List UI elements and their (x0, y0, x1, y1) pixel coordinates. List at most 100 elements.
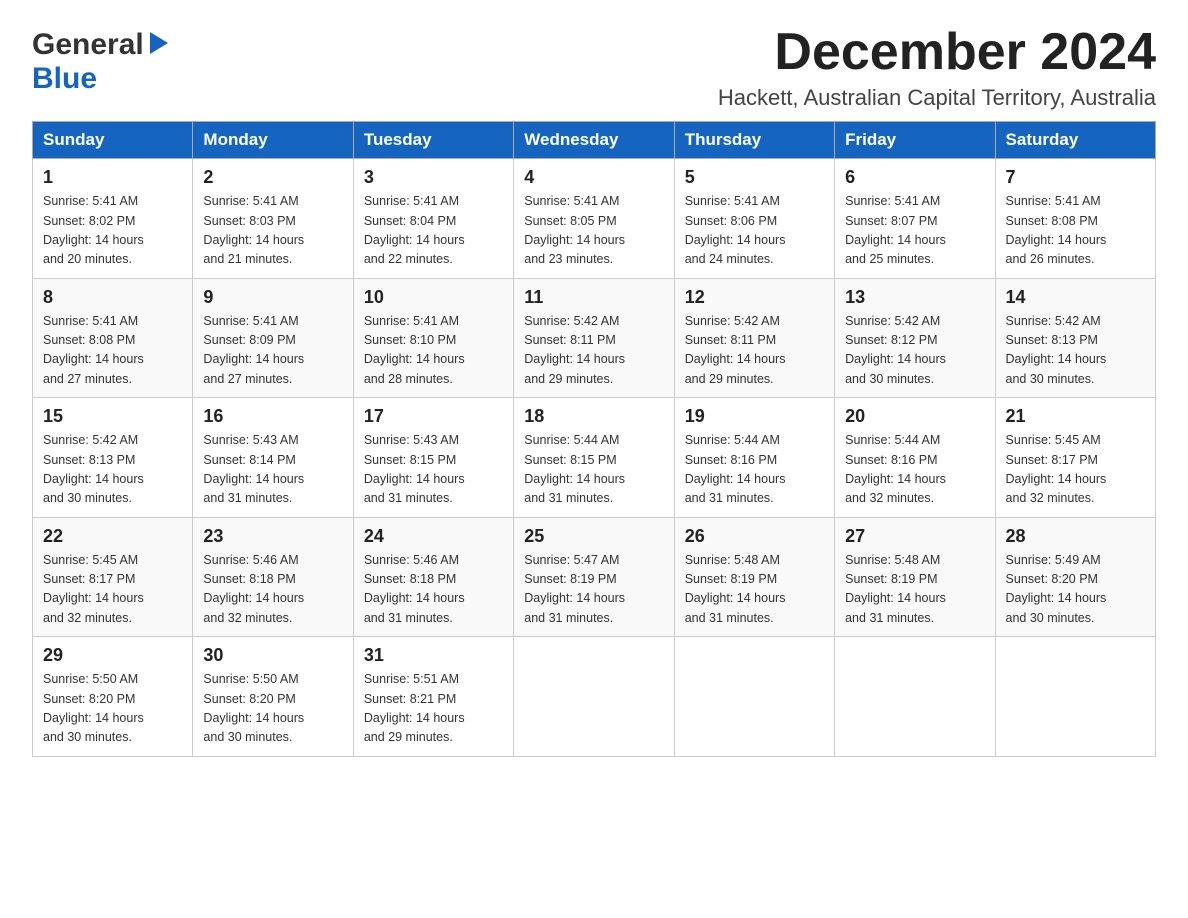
calendar-cell: 22Sunrise: 5:45 AMSunset: 8:17 PMDayligh… (33, 517, 193, 637)
calendar-cell: 1 Sunrise: 5:41 AMSunset: 8:02 PMDaylight… (33, 159, 193, 279)
calendar-cell: 21 Sunrise: 5:45 AMSunset: 8:17 PMDayligh… (995, 398, 1155, 518)
day-info: Sunrise: 5:48 AMSunset: 8:19 PMDaylight:… (685, 551, 824, 629)
calendar-cell (674, 637, 834, 757)
day-info: Sunrise: 5:41 AMSunset: 8:08 PMDaylight:… (1006, 192, 1145, 270)
day-info: Sunrise: 5:50 AMSunset: 8:20 PMDaylight:… (203, 670, 342, 748)
week-row-2: 8Sunrise: 5:41 AMSunset: 8:08 PMDaylight… (33, 278, 1156, 398)
week-row-4: 22Sunrise: 5:45 AMSunset: 8:17 PMDayligh… (33, 517, 1156, 637)
day-number: 30 (203, 645, 342, 666)
day-info: Sunrise: 5:41 AMSunset: 8:03 PMDaylight:… (203, 192, 342, 270)
day-number: 2 (203, 167, 342, 188)
day-number: 5 (685, 167, 824, 188)
day-number: 8 (43, 287, 182, 308)
logo-word2: Blue (32, 62, 97, 95)
month-title: December 2024 (718, 24, 1156, 81)
day-number: 19 (685, 406, 824, 427)
day-info: Sunrise: 5:43 AMSunset: 8:14 PMDaylight:… (203, 431, 342, 509)
calendar-cell: 13Sunrise: 5:42 AMSunset: 8:12 PMDayligh… (835, 278, 995, 398)
day-info: Sunrise: 5:50 AMSunset: 8:20 PMDaylight:… (43, 670, 182, 748)
day-info: Sunrise: 5:42 AMSunset: 8:13 PMDaylight:… (43, 431, 182, 509)
day-number: 15 (43, 406, 182, 427)
header-tuesday: Tuesday (353, 122, 513, 159)
day-info: Sunrise: 5:44 AMSunset: 8:15 PMDaylight:… (524, 431, 663, 509)
day-number: 25 (524, 526, 663, 547)
header-friday: Friday (835, 122, 995, 159)
calendar-cell: 12Sunrise: 5:42 AMSunset: 8:11 PMDayligh… (674, 278, 834, 398)
day-info: Sunrise: 5:45 AMSunset: 8:17 PMDaylight:… (1006, 431, 1145, 509)
header-saturday: Saturday (995, 122, 1155, 159)
calendar-table: SundayMondayTuesdayWednesdayThursdayFrid… (32, 121, 1156, 757)
day-number: 12 (685, 287, 824, 308)
header-thursday: Thursday (674, 122, 834, 159)
calendar-cell: 23 Sunrise: 5:46 AMSunset: 8:18 PMDayligh… (193, 517, 353, 637)
day-number: 17 (364, 406, 503, 427)
calendar-cell: 15 Sunrise: 5:42 AMSunset: 8:13 PMDayligh… (33, 398, 193, 518)
calendar-cell: 30 Sunrise: 5:50 AMSunset: 8:20 PMDayligh… (193, 637, 353, 757)
day-number: 13 (845, 287, 984, 308)
day-number: 20 (845, 406, 984, 427)
calendar-cell: 10 Sunrise: 5:41 AMSunset: 8:10 PMDayligh… (353, 278, 513, 398)
calendar-cell: 24 Sunrise: 5:46 AMSunset: 8:18 PMDayligh… (353, 517, 513, 637)
day-number: 26 (685, 526, 824, 547)
calendar-cell: 5 Sunrise: 5:41 AMSunset: 8:06 PMDaylight… (674, 159, 834, 279)
calendar-cell: 25 Sunrise: 5:47 AMSunset: 8:19 PMDayligh… (514, 517, 674, 637)
calendar-cell: 18 Sunrise: 5:44 AMSunset: 8:15 PMDayligh… (514, 398, 674, 518)
calendar-cell: 8Sunrise: 5:41 AMSunset: 8:08 PMDaylight… (33, 278, 193, 398)
day-info: Sunrise: 5:41 AMSunset: 8:05 PMDaylight:… (524, 192, 663, 270)
day-number: 29 (43, 645, 182, 666)
day-info: Sunrise: 5:48 AMSunset: 8:19 PMDaylight:… (845, 551, 984, 629)
week-row-1: 1 Sunrise: 5:41 AMSunset: 8:02 PMDaylight… (33, 159, 1156, 279)
calendar-cell: 3 Sunrise: 5:41 AMSunset: 8:04 PMDaylight… (353, 159, 513, 279)
day-number: 31 (364, 645, 503, 666)
calendar-cell: 17 Sunrise: 5:43 AMSunset: 8:15 PMDayligh… (353, 398, 513, 518)
day-info: Sunrise: 5:41 AMSunset: 8:07 PMDaylight:… (845, 192, 984, 270)
day-number: 11 (524, 287, 663, 308)
day-info: Sunrise: 5:44 AMSunset: 8:16 PMDaylight:… (685, 431, 824, 509)
day-info: Sunrise: 5:45 AMSunset: 8:17 PMDaylight:… (43, 551, 182, 629)
day-number: 21 (1006, 406, 1145, 427)
day-number: 6 (845, 167, 984, 188)
calendar-cell: 6 Sunrise: 5:41 AMSunset: 8:07 PMDaylight… (835, 159, 995, 279)
calendar-cell: 27 Sunrise: 5:48 AMSunset: 8:19 PMDayligh… (835, 517, 995, 637)
day-info: Sunrise: 5:41 AMSunset: 8:10 PMDaylight:… (364, 312, 503, 390)
day-info: Sunrise: 5:41 AMSunset: 8:06 PMDaylight:… (685, 192, 824, 270)
week-row-5: 29 Sunrise: 5:50 AMSunset: 8:20 PMDayligh… (33, 637, 1156, 757)
header-wednesday: Wednesday (514, 122, 674, 159)
day-info: Sunrise: 5:41 AMSunset: 8:04 PMDaylight:… (364, 192, 503, 270)
day-number: 28 (1006, 526, 1145, 547)
day-info: Sunrise: 5:41 AMSunset: 8:02 PMDaylight:… (43, 192, 182, 270)
header-monday: Monday (193, 122, 353, 159)
header-row: SundayMondayTuesdayWednesdayThursdayFrid… (33, 122, 1156, 159)
logo: General Blue (32, 28, 168, 96)
header-sunday: Sunday (33, 122, 193, 159)
calendar-cell: 7 Sunrise: 5:41 AMSunset: 8:08 PMDaylight… (995, 159, 1155, 279)
day-number: 1 (43, 167, 182, 188)
day-number: 7 (1006, 167, 1145, 188)
calendar-cell (514, 637, 674, 757)
day-number: 16 (203, 406, 342, 427)
day-number: 23 (203, 526, 342, 547)
logo-word1: General (32, 28, 144, 62)
day-number: 27 (845, 526, 984, 547)
day-info: Sunrise: 5:47 AMSunset: 8:19 PMDaylight:… (524, 551, 663, 629)
calendar-cell: 9Sunrise: 5:41 AMSunset: 8:09 PMDaylight… (193, 278, 353, 398)
calendar-cell: 4Sunrise: 5:41 AMSunset: 8:05 PMDaylight… (514, 159, 674, 279)
day-info: Sunrise: 5:49 AMSunset: 8:20 PMDaylight:… (1006, 551, 1145, 629)
day-info: Sunrise: 5:41 AMSunset: 8:09 PMDaylight:… (203, 312, 342, 390)
day-number: 18 (524, 406, 663, 427)
calendar-cell (995, 637, 1155, 757)
day-info: Sunrise: 5:42 AMSunset: 8:11 PMDaylight:… (524, 312, 663, 390)
day-number: 10 (364, 287, 503, 308)
calendar-cell (835, 637, 995, 757)
day-info: Sunrise: 5:46 AMSunset: 8:18 PMDaylight:… (364, 551, 503, 629)
calendar-cell: 19 Sunrise: 5:44 AMSunset: 8:16 PMDayligh… (674, 398, 834, 518)
day-info: Sunrise: 5:51 AMSunset: 8:21 PMDaylight:… (364, 670, 503, 748)
day-number: 24 (364, 526, 503, 547)
day-number: 3 (364, 167, 503, 188)
calendar-cell: 20Sunrise: 5:44 AMSunset: 8:16 PMDayligh… (835, 398, 995, 518)
day-info: Sunrise: 5:42 AMSunset: 8:13 PMDaylight:… (1006, 312, 1145, 390)
calendar-cell: 28 Sunrise: 5:49 AMSunset: 8:20 PMDayligh… (995, 517, 1155, 637)
day-info: Sunrise: 5:43 AMSunset: 8:15 PMDaylight:… (364, 431, 503, 509)
calendar-cell: 26 Sunrise: 5:48 AMSunset: 8:19 PMDayligh… (674, 517, 834, 637)
day-info: Sunrise: 5:46 AMSunset: 8:18 PMDaylight:… (203, 551, 342, 629)
